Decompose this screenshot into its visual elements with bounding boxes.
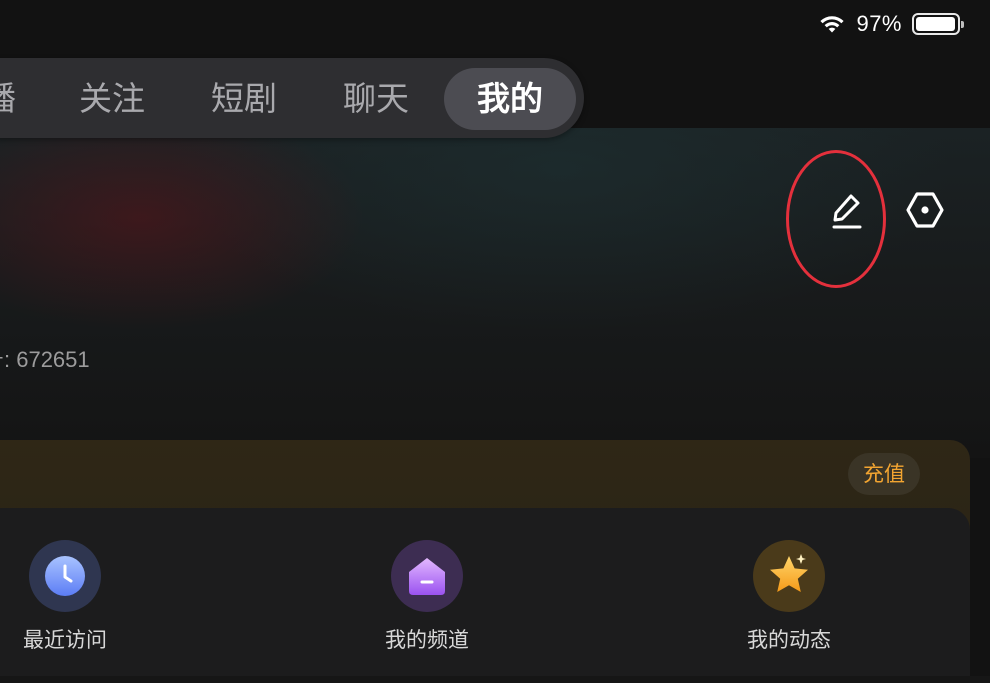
my-posts-button[interactable]: 我的动态 (709, 540, 869, 660)
battery-percentage: 97% (856, 11, 902, 36)
tab-following[interactable]: 关注 (72, 68, 152, 130)
tab-short-drama[interactable]: 短剧 (204, 68, 284, 130)
house-icon (409, 558, 445, 595)
battery-level-fill (916, 17, 955, 31)
settings-button[interactable] (900, 186, 950, 234)
recharge-button[interactable]: 充值 (848, 453, 920, 495)
my-channel-label: 我的频道 (385, 628, 469, 652)
panel-bottom-edge (0, 676, 990, 683)
profile-screen: 97% 播 关注 短剧 聊天 我的 号: 672651 充值 (0, 0, 990, 683)
my-channel-button[interactable]: 我的频道 (347, 540, 507, 660)
top-tab-bar: 播 关注 短剧 聊天 我的 (0, 58, 584, 138)
hexagon-gear-icon (906, 192, 944, 228)
clock-icon (45, 556, 85, 596)
edit-profile-button[interactable] (820, 186, 872, 234)
recent-visits-button[interactable]: 最近访问 (0, 540, 145, 660)
profile-header-background (0, 128, 990, 458)
star-icon (770, 554, 808, 592)
pencil-icon (832, 194, 862, 229)
wifi-icon (820, 16, 845, 33)
recent-visits-label: 最近访问 (23, 628, 107, 652)
my-posts-label: 我的动态 (747, 628, 831, 652)
tab-chat[interactable]: 聊天 (336, 68, 416, 130)
user-id-text: 号: 672651 (0, 347, 90, 372)
status-bar: 97% (818, 8, 964, 40)
tab-live[interactable]: 播 (0, 68, 16, 130)
battery-icon (912, 13, 964, 35)
tab-me[interactable]: 我的 (444, 68, 576, 130)
